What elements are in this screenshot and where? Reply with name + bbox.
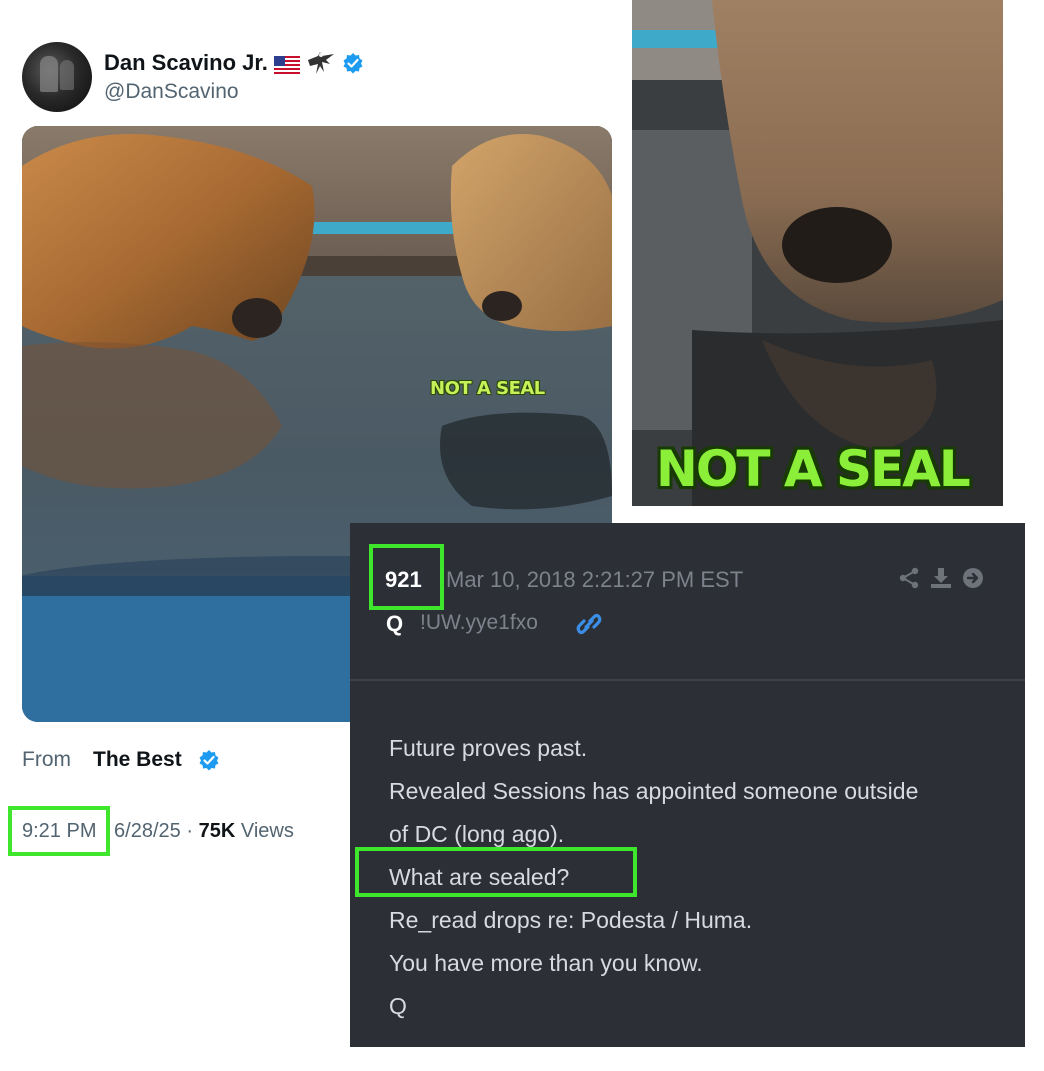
q-drop-header: 921 Mar 10, 2018 2:21:27 PM EST Q !UW.yy… (350, 523, 1025, 681)
us-flag-icon (273, 54, 300, 74)
video-caption: NOT A SEAL (430, 378, 545, 399)
tweet-date[interactable]: 6/28/25 (114, 820, 181, 842)
views-count: 75K (198, 820, 236, 842)
drop-line: Future proves past. (389, 735, 588, 761)
verified-badge-icon (198, 749, 220, 771)
drop-actions (898, 567, 984, 589)
from-label: From (22, 748, 71, 771)
avatar[interactable] (22, 42, 92, 112)
author-name[interactable]: Dan Scavino Jr. (104, 50, 268, 76)
download-icon[interactable] (930, 567, 952, 589)
link-icon[interactable] (576, 611, 604, 637)
eagle-icon (306, 50, 336, 76)
drop-tripcode: !UW.yye1fxo (420, 611, 538, 634)
highlight-box-number (369, 544, 444, 610)
q-drop-panel: 921 Mar 10, 2018 2:21:27 PM EST Q !UW.yy… (350, 523, 1025, 1047)
video-crop-image: NOT A SEAL (632, 0, 1003, 506)
drop-line: Revealed Sessions has appointed someone … (389, 778, 919, 804)
highlight-box-line (355, 847, 637, 897)
drop-line: You have more than you know. (389, 950, 703, 976)
handle[interactable]: @DanScavino (104, 80, 239, 104)
author-name-row[interactable]: Dan Scavino Jr. (104, 50, 364, 76)
source-name[interactable]: The Best (93, 748, 182, 772)
drop-line: Q (389, 993, 407, 1019)
forward-icon[interactable] (962, 567, 984, 589)
drop-datetime: Mar 10, 2018 2:21:27 PM EST (446, 567, 744, 592)
highlight-box-time (8, 806, 110, 856)
drop-author: Q (386, 611, 404, 636)
meta-separator: · (186, 820, 194, 842)
source-row: From The Best (22, 748, 220, 772)
views-label: Views (240, 820, 294, 842)
share-icon[interactable] (898, 567, 920, 589)
drop-line: Re_read drops re: Podesta / Huma. (389, 907, 753, 933)
crop-caption: NOT A SEAL (656, 440, 971, 498)
verified-badge-icon (342, 52, 364, 74)
